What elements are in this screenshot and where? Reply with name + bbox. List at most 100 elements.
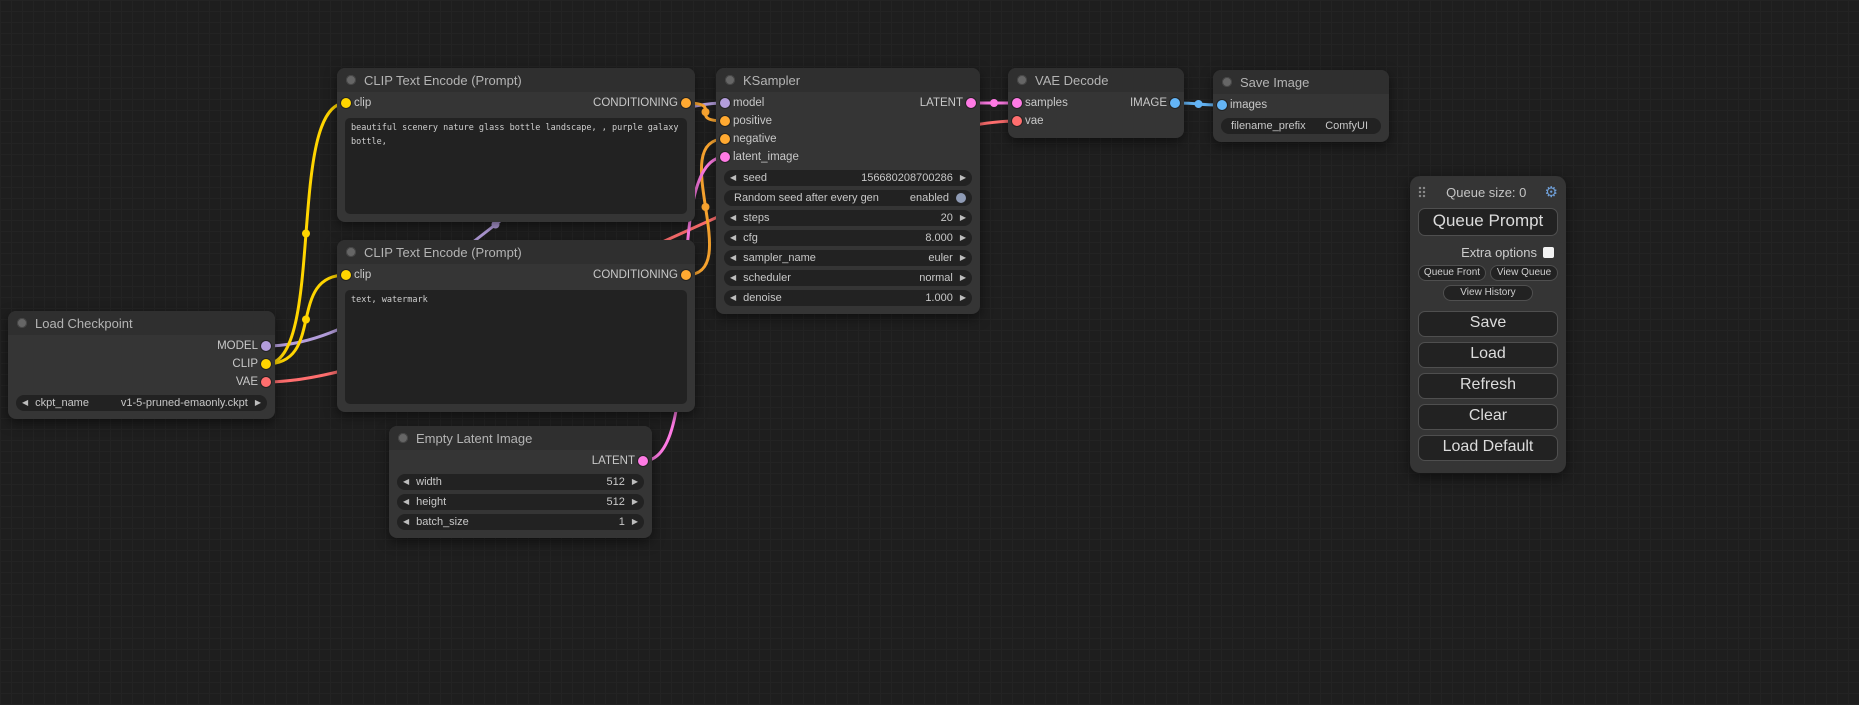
decrement-arrow-icon[interactable]: ◀ bbox=[403, 518, 409, 526]
input-port-clip[interactable] bbox=[341, 98, 351, 108]
decrement-arrow-icon[interactable]: ◀ bbox=[730, 274, 736, 282]
widget-sampler-name[interactable]: ◀ sampler_name euler ▶ bbox=[724, 250, 972, 266]
collapse-dot-icon[interactable] bbox=[398, 433, 408, 443]
view-history-row: View History bbox=[1418, 285, 1558, 301]
collapse-dot-icon[interactable] bbox=[1222, 77, 1232, 87]
slot-row: images bbox=[1213, 96, 1389, 114]
load-button[interactable]: Load bbox=[1418, 342, 1558, 368]
node-clip-text-encode-positive[interactable]: CLIP Text Encode (Prompt) clip CONDITION… bbox=[337, 68, 695, 222]
save-button[interactable]: Save bbox=[1418, 311, 1558, 337]
increment-arrow-icon[interactable]: ▶ bbox=[632, 518, 638, 526]
slot-row: VAE bbox=[8, 373, 275, 391]
output-port-model[interactable] bbox=[261, 341, 271, 351]
node-load-checkpoint[interactable]: Load Checkpoint MODEL CLIP VAE ◀ ckpt_na… bbox=[8, 311, 275, 419]
widget-value: 20 bbox=[941, 212, 953, 224]
increment-arrow-icon[interactable]: ▶ bbox=[255, 399, 261, 407]
node-title: Save Image bbox=[1240, 75, 1309, 90]
collapse-dot-icon[interactable] bbox=[1017, 75, 1027, 85]
refresh-button[interactable]: Refresh bbox=[1418, 373, 1558, 399]
widget-ckpt-name[interactable]: ◀ ckpt_name v1-5-pruned-emaonly.ckpt ▶ bbox=[16, 395, 267, 411]
slot-row: latent_image bbox=[716, 148, 980, 166]
increment-arrow-icon[interactable]: ▶ bbox=[960, 234, 966, 242]
node-header[interactable]: CLIP Text Encode (Prompt) bbox=[337, 240, 695, 264]
queue-panel-header: Queue size: 0 ⚙ bbox=[1418, 182, 1558, 202]
input-port-latent-image[interactable] bbox=[720, 152, 730, 162]
prompt-text-input[interactable]: beautiful scenery nature glass bottle la… bbox=[345, 118, 687, 214]
toggle-knob-icon[interactable] bbox=[956, 193, 966, 203]
widget-random-seed-toggle[interactable]: Random seed after every gen enabled bbox=[724, 190, 972, 206]
decrement-arrow-icon[interactable]: ◀ bbox=[403, 498, 409, 506]
node-vae-decode[interactable]: VAE Decode samples IMAGE vae bbox=[1008, 68, 1184, 138]
node-empty-latent-image[interactable]: Empty Latent Image LATENT ◀ width 512 ▶ … bbox=[389, 426, 652, 538]
output-port-clip[interactable] bbox=[261, 359, 271, 369]
widget-name: denoise bbox=[743, 292, 925, 304]
decrement-arrow-icon[interactable]: ◀ bbox=[730, 214, 736, 222]
decrement-arrow-icon[interactable]: ◀ bbox=[22, 399, 28, 407]
collapse-dot-icon[interactable] bbox=[346, 247, 356, 257]
node-header[interactable]: KSampler bbox=[716, 68, 980, 92]
collapse-dot-icon[interactable] bbox=[725, 75, 735, 85]
output-port-conditioning[interactable] bbox=[681, 98, 691, 108]
view-queue-button[interactable]: View Queue bbox=[1490, 265, 1558, 281]
widget-width[interactable]: ◀ width 512 ▶ bbox=[397, 474, 644, 490]
output-port-latent[interactable] bbox=[966, 98, 976, 108]
collapse-dot-icon[interactable] bbox=[17, 318, 27, 328]
increment-arrow-icon[interactable]: ▶ bbox=[632, 478, 638, 486]
node-ksampler[interactable]: KSampler model LATENT positive negative … bbox=[716, 68, 980, 314]
collapse-dot-icon[interactable] bbox=[346, 75, 356, 85]
clear-button[interactable]: Clear bbox=[1418, 404, 1558, 430]
decrement-arrow-icon[interactable]: ◀ bbox=[730, 174, 736, 182]
widget-seed[interactable]: ◀ seed 156680208700286 ▶ bbox=[724, 170, 972, 186]
decrement-arrow-icon[interactable]: ◀ bbox=[730, 234, 736, 242]
increment-arrow-icon[interactable]: ▶ bbox=[960, 174, 966, 182]
decrement-arrow-icon[interactable]: ◀ bbox=[403, 478, 409, 486]
output-port-vae[interactable] bbox=[261, 377, 271, 387]
queue-prompt-button[interactable]: Queue Prompt bbox=[1418, 208, 1558, 236]
link-midpoint-dot bbox=[990, 99, 998, 107]
widget-height[interactable]: ◀ height 512 ▶ bbox=[397, 494, 644, 510]
node-save-image[interactable]: Save Image images filename_prefix ComfyU… bbox=[1213, 70, 1389, 142]
increment-arrow-icon[interactable]: ▶ bbox=[960, 294, 966, 302]
output-port-image[interactable] bbox=[1170, 98, 1180, 108]
decrement-arrow-icon[interactable]: ◀ bbox=[730, 294, 736, 302]
node-header[interactable]: VAE Decode bbox=[1008, 68, 1184, 92]
increment-arrow-icon[interactable]: ▶ bbox=[960, 254, 966, 262]
input-port-images[interactable] bbox=[1217, 100, 1227, 110]
widget-value: normal bbox=[919, 272, 953, 284]
extra-options-checkbox[interactable] bbox=[1543, 247, 1554, 258]
link-midpoint-dot bbox=[302, 230, 310, 238]
node-header[interactable]: Load Checkpoint bbox=[8, 311, 275, 335]
view-history-button[interactable]: View History bbox=[1443, 285, 1532, 301]
widget-filename-prefix[interactable]: filename_prefix ComfyUI bbox=[1221, 118, 1381, 134]
node-title: Empty Latent Image bbox=[416, 431, 532, 446]
node-clip-text-encode-negative[interactable]: CLIP Text Encode (Prompt) clip CONDITION… bbox=[337, 240, 695, 412]
widget-cfg[interactable]: ◀ cfg 8.000 ▶ bbox=[724, 230, 972, 246]
queue-front-button[interactable]: Queue Front bbox=[1418, 265, 1486, 281]
drag-handle-icon[interactable] bbox=[1418, 186, 1426, 198]
slot-row: LATENT bbox=[389, 452, 652, 470]
input-port-clip[interactable] bbox=[341, 270, 351, 280]
widget-batch-size[interactable]: ◀ batch_size 1 ▶ bbox=[397, 514, 644, 530]
input-port-vae[interactable] bbox=[1012, 116, 1022, 126]
link-midpoint-dot bbox=[1195, 100, 1203, 108]
widget-steps[interactable]: ◀ steps 20 ▶ bbox=[724, 210, 972, 226]
input-port-negative[interactable] bbox=[720, 134, 730, 144]
node-header[interactable]: Save Image bbox=[1213, 70, 1389, 94]
node-header[interactable]: CLIP Text Encode (Prompt) bbox=[337, 68, 695, 92]
prompt-text-input[interactable]: text, watermark bbox=[345, 290, 687, 404]
input-port-positive[interactable] bbox=[720, 116, 730, 126]
settings-gear-icon[interactable]: ⚙ bbox=[1545, 185, 1558, 200]
decrement-arrow-icon[interactable]: ◀ bbox=[730, 254, 736, 262]
increment-arrow-icon[interactable]: ▶ bbox=[960, 274, 966, 282]
output-port-conditioning[interactable] bbox=[681, 270, 691, 280]
input-port-samples[interactable] bbox=[1012, 98, 1022, 108]
increment-arrow-icon[interactable]: ▶ bbox=[632, 498, 638, 506]
widget-denoise[interactable]: ◀ denoise 1.000 ▶ bbox=[724, 290, 972, 306]
output-port-latent[interactable] bbox=[638, 456, 648, 466]
load-default-button[interactable]: Load Default bbox=[1418, 435, 1558, 461]
input-port-model[interactable] bbox=[720, 98, 730, 108]
widget-scheduler[interactable]: ◀ scheduler normal ▶ bbox=[724, 270, 972, 286]
increment-arrow-icon[interactable]: ▶ bbox=[960, 214, 966, 222]
node-graph-canvas[interactable]: Load Checkpoint MODEL CLIP VAE ◀ ckpt_na… bbox=[0, 0, 1859, 705]
node-header[interactable]: Empty Latent Image bbox=[389, 426, 652, 450]
